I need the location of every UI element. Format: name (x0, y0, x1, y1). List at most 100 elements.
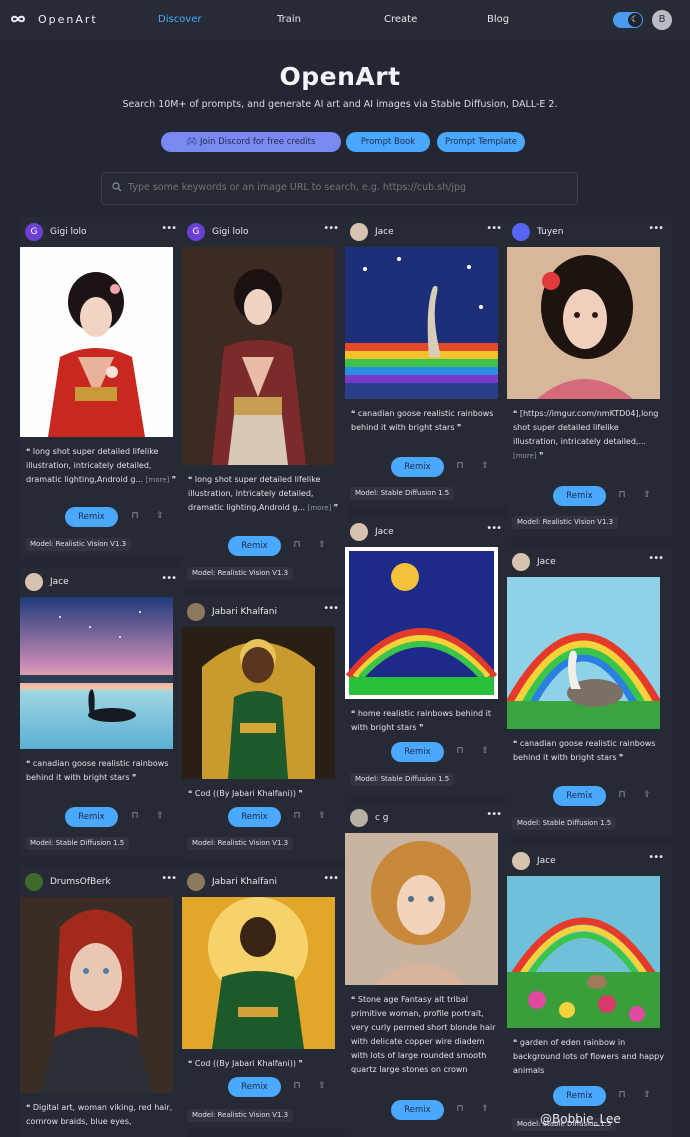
user-avatar[interactable] (350, 809, 368, 827)
bookmark-icon[interactable]: ⊓ (130, 511, 140, 521)
prompt-card[interactable]: G Gigi lolo ••• ❝ long shot super detail… (20, 217, 186, 557)
remix-button[interactable]: Remix (553, 486, 606, 506)
more-options-icon[interactable]: ••• (161, 873, 177, 884)
more-options-icon[interactable]: ••• (486, 809, 502, 820)
upvote-icon[interactable]: ⇧ (480, 1104, 490, 1114)
username[interactable]: Gigi lolo (50, 227, 87, 237)
model-badge[interactable]: Model: Realistic Vision V1.3 (187, 1109, 294, 1122)
model-badge[interactable]: Model: Stable Diffusion 1.5 (25, 837, 130, 850)
generated-image[interactable] (182, 627, 335, 779)
more-options-icon[interactable]: ••• (323, 603, 339, 614)
remix-button[interactable]: Remix (228, 807, 281, 827)
generated-image[interactable] (507, 247, 660, 399)
upvote-icon[interactable]: ⇧ (642, 790, 652, 800)
username[interactable]: DrumsOfBerk (50, 877, 111, 887)
generated-image[interactable] (20, 897, 173, 1093)
more-options-icon[interactable]: ••• (161, 223, 177, 234)
prompt-card[interactable]: Jace ••• ❝ garden of eden rainbow in bac… (507, 846, 673, 1137)
upvote-icon[interactable]: ⇧ (642, 490, 652, 500)
upvote-icon[interactable]: ⇧ (642, 1090, 652, 1100)
search-box[interactable] (101, 172, 578, 205)
search-input[interactable] (126, 181, 570, 194)
model-badge[interactable]: Model: Realistic Vision V1.3 (187, 567, 294, 580)
prompt-card[interactable]: Jace ••• ❝ canadian goose realistic rain… (20, 567, 186, 857)
username[interactable]: Jabari Khalfani (212, 877, 277, 887)
model-badge[interactable]: Model: Stable Diffusion 1.5 (350, 773, 455, 786)
username[interactable]: Jace (375, 227, 394, 237)
model-badge[interactable]: Model: Realistic Vision V1.3 (187, 837, 294, 850)
username[interactable]: c g (375, 813, 389, 823)
user-avatar[interactable]: G (187, 223, 205, 241)
user-avatar[interactable]: G (25, 223, 43, 241)
remix-button[interactable]: Remix (228, 536, 281, 556)
username[interactable]: Tuyen (537, 227, 563, 237)
user-avatar[interactable]: B (652, 10, 672, 30)
username[interactable]: Jace (537, 557, 556, 567)
upvote-icon[interactable]: ⇧ (317, 811, 327, 821)
generated-image[interactable] (20, 597, 173, 749)
bookmark-icon[interactable]: ⊓ (130, 811, 140, 821)
prompt-card[interactable]: DrumsOfBerk ••• ❝ Digital art, woman vik… (20, 867, 186, 1137)
generated-image[interactable] (507, 577, 660, 729)
remix-button[interactable]: Remix (228, 1077, 281, 1097)
user-avatar[interactable] (512, 852, 530, 870)
bookmark-icon[interactable]: ⊓ (617, 790, 627, 800)
prompt-card[interactable]: Jace ••• ❝ home realistic rainbows behin… (345, 517, 511, 797)
model-badge[interactable]: Model: Realistic Vision V1.3 (512, 516, 619, 529)
more-options-icon[interactable]: ••• (323, 223, 339, 234)
remix-button[interactable]: Remix (553, 786, 606, 806)
user-avatar[interactable] (350, 523, 368, 541)
prompt-book-button[interactable]: Prompt Book (346, 132, 430, 152)
upvote-icon[interactable]: ⇧ (480, 461, 490, 471)
more-link[interactable]: [more] (146, 476, 170, 484)
remix-button[interactable]: Remix (391, 1100, 444, 1120)
prompt-card[interactable]: Jabari Khalfani ••• ❝ Cod ((By Jabari Kh… (182, 867, 348, 1129)
upvote-icon[interactable]: ⇧ (317, 1081, 327, 1091)
prompt-card[interactable]: c g ••• ❝ Stone age Fantasy alt tribal p… (345, 803, 511, 1137)
bookmark-icon[interactable]: ⊓ (455, 1104, 465, 1114)
bookmark-icon[interactable]: ⊓ (292, 1081, 302, 1091)
remix-button[interactable]: Remix (65, 507, 118, 527)
more-link[interactable]: [more] (308, 504, 332, 512)
prompt-card[interactable]: G Gigi lolo ••• ❝ long shot super detail… (182, 217, 348, 587)
more-options-icon[interactable]: ••• (648, 553, 664, 564)
bookmark-icon[interactable]: ⊓ (292, 540, 302, 550)
remix-button[interactable]: Remix (391, 742, 444, 762)
user-avatar[interactable] (187, 603, 205, 621)
bookmark-icon[interactable]: ⊓ (455, 461, 465, 471)
theme-toggle[interactable]: ☾ (613, 12, 643, 28)
username[interactable]: Gigi lolo (212, 227, 249, 237)
upvote-icon[interactable]: ⇧ (155, 811, 165, 821)
more-options-icon[interactable]: ••• (648, 852, 664, 863)
remix-button[interactable]: Remix (65, 807, 118, 827)
nav-train[interactable]: Train (277, 14, 301, 25)
nav-create[interactable]: Create (384, 14, 417, 25)
generated-image[interactable] (182, 247, 335, 465)
generated-image[interactable] (345, 833, 498, 985)
user-avatar[interactable] (25, 573, 43, 591)
username[interactable]: Jace (537, 856, 556, 866)
join-discord-button[interactable]: 🎮︎ Join Discord for free credits (161, 132, 341, 152)
generated-image[interactable] (20, 247, 173, 437)
upvote-icon[interactable]: ⇧ (155, 511, 165, 521)
upvote-icon[interactable]: ⇧ (480, 746, 490, 756)
more-options-icon[interactable]: ••• (648, 223, 664, 234)
user-avatar[interactable] (25, 873, 43, 891)
more-options-icon[interactable]: ••• (323, 873, 339, 884)
user-avatar[interactable] (512, 553, 530, 571)
username[interactable]: Jace (375, 527, 394, 537)
nav-blog[interactable]: Blog (487, 14, 509, 25)
remix-button[interactable]: Remix (553, 1086, 606, 1106)
model-badge[interactable]: Model: Realistic Vision V1.3 (25, 538, 132, 551)
bookmark-icon[interactable]: ⊓ (617, 1090, 627, 1100)
model-badge[interactable]: Model: Stable Diffusion 1.5 (512, 817, 617, 830)
generated-image[interactable] (345, 247, 498, 399)
prompt-card[interactable]: Jace ••• ❝ canadian goose realistic rain… (345, 217, 511, 507)
generated-image[interactable] (345, 547, 498, 699)
nav-discover[interactable]: Discover (158, 14, 202, 25)
bookmark-icon[interactable]: ⊓ (292, 811, 302, 821)
generated-image[interactable] (182, 897, 335, 1049)
brand-logo[interactable]: OpenArt (6, 11, 98, 27)
generated-image[interactable] (507, 876, 660, 1028)
bookmark-icon[interactable]: ⊓ (617, 490, 627, 500)
